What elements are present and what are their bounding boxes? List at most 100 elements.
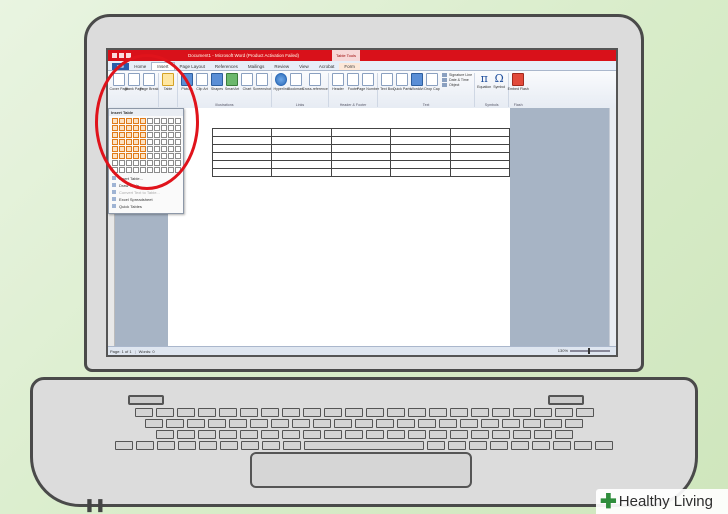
table-cell[interactable] (271, 152, 332, 161)
page-number-button[interactable]: Page Number (357, 73, 379, 91)
table-cell[interactable] (390, 168, 451, 177)
group-links: Hyperlink Bookmark Cross-reference Links (272, 73, 329, 107)
keyboard-key (407, 430, 426, 439)
table-cell[interactable] (271, 128, 332, 137)
table-cell[interactable] (390, 128, 451, 137)
table-cell[interactable] (390, 160, 451, 169)
table-cell[interactable] (449, 152, 511, 161)
shapes-button[interactable]: Shapes (210, 73, 224, 91)
table-cell[interactable] (330, 152, 392, 161)
zoom-level[interactable]: 130% (558, 348, 568, 353)
context-tab-label: Table Tools (332, 50, 360, 61)
table-cell[interactable] (449, 136, 511, 145)
dropdown-item[interactable]: Quick Tables (109, 203, 183, 210)
tab-references[interactable]: References (210, 63, 243, 70)
keyboard-key (281, 408, 300, 417)
table-cell[interactable] (449, 168, 511, 177)
dropdown-item[interactable]: Excel Spreadsheet (109, 196, 183, 203)
keyboard-key (262, 441, 280, 450)
table-cell[interactable] (211, 144, 273, 153)
equation-button[interactable]: π Equation (477, 73, 491, 89)
table-row (211, 144, 511, 153)
table-cell[interactable] (330, 168, 392, 177)
table-cell[interactable] (390, 152, 451, 161)
page-count[interactable]: Page: 1 of 1 (110, 349, 132, 354)
table-cell[interactable] (211, 152, 273, 161)
table-cell[interactable] (211, 168, 273, 177)
keyboard-key (491, 408, 510, 417)
vertical-scrollbar[interactable] (609, 108, 616, 346)
text-small-buttons: Signature Line Date & Time Object (442, 73, 472, 91)
cross-reference-button[interactable]: Cross-reference (302, 73, 328, 91)
table-cell[interactable] (271, 168, 332, 177)
date-time-button[interactable]: Date & Time (442, 78, 472, 82)
object-button[interactable]: Object (442, 83, 472, 87)
chart-button[interactable]: Chart (240, 73, 254, 91)
word-count[interactable]: Words: 0 (139, 349, 155, 354)
table-cell[interactable] (449, 128, 511, 137)
keyboard-key (229, 419, 247, 428)
save-icon[interactable] (112, 53, 117, 58)
keyboard-row (76, 441, 652, 450)
status-separator: | (134, 348, 136, 354)
smartart-icon (226, 73, 238, 86)
zoom-slider[interactable] (570, 347, 610, 354)
screenshot-button[interactable]: Screenshot (253, 73, 271, 91)
globe-icon (275, 73, 287, 86)
clip-art-button[interactable]: Clip Art (195, 73, 209, 91)
keyboard-key (134, 408, 153, 417)
symbol-button[interactable]: Ω Symbol (492, 73, 506, 89)
table-cell[interactable] (330, 144, 392, 153)
tab-view[interactable]: View (294, 63, 314, 70)
signature-line-button[interactable]: Signature Line (442, 73, 472, 77)
table-cell[interactable] (271, 144, 332, 153)
table-cell[interactable] (390, 144, 451, 153)
undo-icon[interactable] (119, 53, 124, 58)
table-cell[interactable] (449, 144, 511, 153)
keyboard-key (427, 441, 445, 450)
group-label-text: Text (422, 103, 430, 107)
hyperlink-button[interactable]: Hyperlink (274, 73, 289, 91)
hinge-left (128, 395, 164, 405)
shapes-icon (211, 73, 223, 86)
table-cell[interactable] (211, 136, 273, 145)
zoom-slider-thumb[interactable] (588, 347, 590, 354)
keyboard-key (386, 430, 405, 439)
trackpad (250, 452, 472, 488)
table-cell[interactable] (449, 160, 511, 169)
table-cell[interactable] (211, 160, 273, 169)
screenshot-icon (256, 73, 268, 86)
dropdown-item[interactable]: Convert Text to Table... (109, 189, 183, 196)
quick-access-toolbar[interactable] (108, 53, 131, 58)
table-row (211, 160, 511, 169)
keyboard-key (407, 408, 426, 417)
tab-review[interactable]: Review (269, 63, 294, 70)
document-table[interactable] (211, 128, 511, 177)
table-cell[interactable] (271, 160, 332, 169)
keyboard-key (166, 419, 184, 428)
quick-parts-button[interactable]: Quick Parts (393, 73, 411, 91)
table-row (211, 168, 511, 177)
table-cell[interactable] (330, 128, 392, 137)
cross-reference-icon (309, 73, 321, 86)
keyboard-key (197, 408, 216, 417)
table-cell[interactable] (211, 128, 273, 137)
drop-cap-button[interactable]: Drop Cap (424, 73, 440, 91)
tab-form[interactable]: Form (339, 63, 360, 70)
table-cell[interactable] (330, 136, 392, 145)
table-cell[interactable] (271, 136, 332, 145)
keyboard-key (574, 441, 592, 450)
document-page[interactable] (168, 108, 511, 346)
keyboard-key (283, 441, 301, 450)
wordart-button[interactable]: WordArt (410, 73, 424, 91)
embed-flash-button[interactable]: Embed Flash (508, 73, 529, 91)
table-cell[interactable] (330, 160, 392, 169)
group-flash: Embed Flash Flash (508, 73, 529, 107)
table-cell[interactable] (390, 136, 451, 145)
tab-mailings[interactable]: Mailings (243, 63, 270, 70)
smartart-button[interactable]: SmartArt (225, 73, 239, 91)
bookmark-button[interactable]: Bookmark (288, 73, 304, 91)
group-label-symbols: Symbols (484, 103, 499, 107)
header-button[interactable]: Header (331, 73, 345, 91)
tab-acrobat[interactable]: Acrobat (314, 63, 340, 70)
